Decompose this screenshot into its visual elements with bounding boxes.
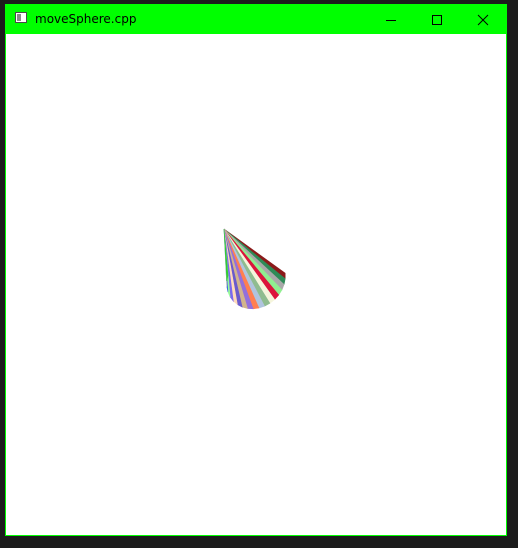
app-icon: [15, 12, 27, 23]
minimize-button[interactable]: [368, 5, 414, 34]
title-bar[interactable]: moveSphere.cpp: [6, 5, 506, 34]
maximize-button[interactable]: [414, 5, 460, 34]
close-button[interactable]: [460, 5, 506, 34]
window-title: moveSphere.cpp: [35, 12, 137, 26]
opengl-canvas[interactable]: [6, 34, 506, 535]
cone-scene: [223, 228, 286, 310]
maximize-icon: [432, 14, 442, 25]
close-icon: [477, 14, 489, 25]
minimize-icon: [386, 19, 396, 21]
app-window: moveSphere.cpp: [5, 4, 507, 536]
